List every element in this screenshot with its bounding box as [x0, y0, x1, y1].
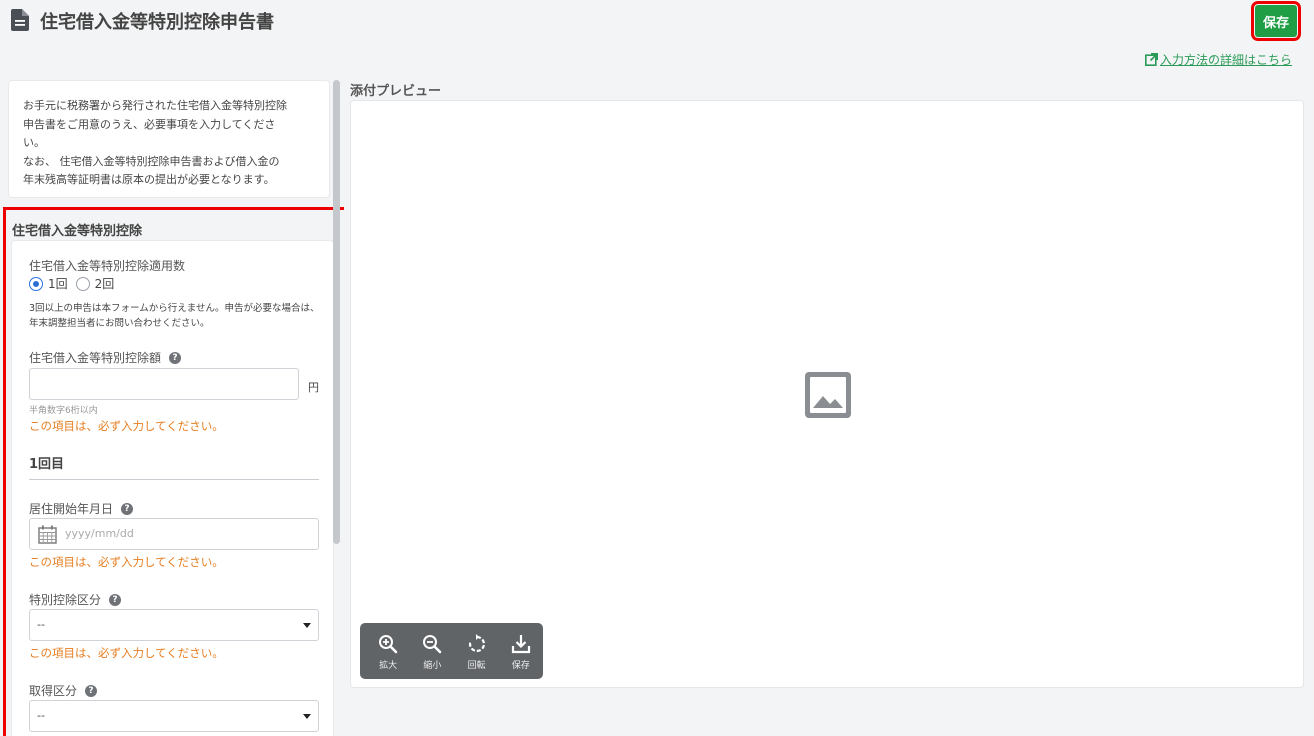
category-label: 特別控除区分 ?: [29, 591, 122, 608]
chevron-down-icon: [303, 623, 311, 628]
start-date-label: 居住開始年月日 ?: [29, 500, 134, 517]
amount-hint: 半角数字6桁以内: [29, 406, 98, 416]
image-placeholder-icon: [805, 372, 851, 418]
start-date-error: この項目は、必ず入力してください。: [29, 555, 224, 569]
zoom-in-button[interactable]: 拡大: [366, 623, 410, 679]
rotate-icon: [468, 634, 485, 653]
instruction-line: 年末残高等証明書は原本の提出が必要となります。: [23, 173, 275, 186]
count-radio-group: 1回 2回: [29, 275, 114, 292]
instruction-line: なお、 住宅借入金等特別控除申告書および借入金の: [23, 154, 280, 168]
preview-title: 添付プレビュー: [350, 84, 442, 99]
page-title: 住宅借入金等特別控除申告書: [40, 12, 274, 33]
zoom-in-icon: [379, 635, 398, 654]
section-title: 住宅借入金等特別控除: [12, 224, 143, 239]
category-label-text: 特別控除区分: [29, 593, 102, 607]
amount-input[interactable]: [29, 368, 299, 400]
download-button[interactable]: 保存: [499, 623, 543, 679]
amount-label: 住宅借入金等特別控除額 ?: [29, 349, 182, 366]
zoom-in-label: 拡大: [379, 661, 398, 671]
page-header: 住宅借入金等特別控除申告書 保存: [0, 0, 1314, 42]
preview-toolbar: 拡大 縮小 回転 保存: [360, 623, 543, 679]
help-link-label: 入力方法の詳細はこちら: [1160, 53, 1293, 67]
help-link[interactable]: 入力方法の詳細はこちら: [1145, 51, 1292, 68]
amount-error: この項目は、必ず入力してください。: [29, 419, 224, 433]
radio-once[interactable]: [29, 276, 43, 291]
radio-once-label[interactable]: 1回: [48, 275, 68, 292]
download-icon: [511, 635, 530, 654]
calendar-icon[interactable]: [38, 525, 57, 544]
document-icon: [11, 9, 29, 31]
count-label-text: 住宅借入金等特別控除適用数: [29, 259, 186, 273]
start-date-label-text: 居住開始年月日: [29, 502, 114, 516]
housing-loan-form: 住宅借入金等特別控除適用数 1回 2回 3回以上の申告は本フォームから行えません…: [11, 240, 334, 736]
help-icon[interactable]: ?: [121, 502, 134, 515]
amount-label-text: 住宅借入金等特別控除額: [29, 351, 162, 365]
help-icon[interactable]: ?: [169, 351, 182, 364]
instruction-card: お手元に税務署から発行された住宅借入金等特別控除 申告書をご用意のうえ、必要事項…: [8, 80, 330, 198]
category-select-value: --: [37, 618, 45, 631]
date-placeholder: yyyy/mm/dd: [65, 527, 134, 540]
instruction-line: い。: [23, 136, 45, 149]
amount-unit: 円: [308, 381, 319, 394]
form-column[interactable]: お手元に税務署から発行された住宅借入金等特別控除 申告書をご用意のうえ、必要事項…: [0, 80, 344, 736]
zoom-out-label: 縮小: [423, 661, 442, 671]
acquisition-label-text: 取得区分: [29, 684, 78, 698]
acquisition-label: 取得区分 ?: [29, 682, 98, 699]
save-button[interactable]: 保存: [1251, 1, 1301, 41]
help-icon[interactable]: ?: [109, 593, 122, 606]
radio-twice-label[interactable]: 2回: [95, 275, 115, 292]
instruction-line: お手元に税務署から発行された住宅借入金等特別控除: [23, 99, 287, 112]
rotate-button[interactable]: 回転: [455, 623, 499, 679]
category-error: この項目は、必ず入力してください。: [29, 646, 224, 660]
zoom-out-button[interactable]: 縮小: [410, 623, 454, 679]
divider: [29, 479, 319, 480]
instruction-line: 申告書をご用意のうえ、必要事項を入力してくださ: [23, 117, 276, 131]
help-icon[interactable]: ?: [85, 684, 98, 697]
start-date-input[interactable]: yyyy/mm/dd: [29, 518, 319, 550]
zoom-out-icon: [423, 635, 442, 654]
rotate-label: 回転: [467, 661, 486, 671]
radio-twice[interactable]: [75, 276, 90, 291]
external-link-icon: [1145, 53, 1158, 66]
subsection-title: 1回目: [29, 457, 65, 472]
category-select[interactable]: --: [29, 609, 319, 641]
count-label: 住宅借入金等特別控除適用数: [29, 257, 185, 274]
housing-loan-section: 住宅借入金等特別控除 住宅借入金等特別控除適用数 1回 2回 3回以上の申告は本…: [3, 207, 344, 736]
count-note: 3回以上の申告は本フォームから行えません。申告が必要な場合は、年末調整担当者にお…: [29, 303, 320, 329]
acquisition-select[interactable]: --: [29, 700, 319, 732]
acquisition-select-value: --: [37, 709, 45, 722]
preview-panel: 拡大 縮小 回転 保存: [350, 100, 1304, 688]
download-label: 保存: [511, 661, 530, 671]
scrollbar[interactable]: [333, 80, 340, 544]
chevron-down-icon: [303, 714, 311, 719]
